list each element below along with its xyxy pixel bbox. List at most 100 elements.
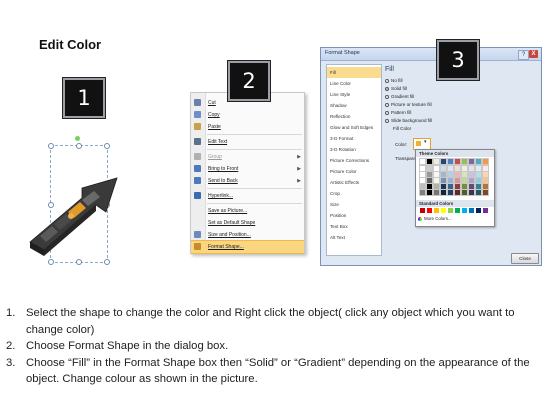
theme-color-swatch[interactable] [468, 189, 475, 196]
theme-color-swatch[interactable] [433, 189, 440, 196]
nav-shadow[interactable]: Shadow [327, 100, 381, 111]
theme-color-swatch[interactable] [475, 177, 482, 184]
theme-color-swatch[interactable] [461, 183, 468, 190]
resize-handle[interactable] [104, 143, 110, 149]
menu-item-send-to-back[interactable]: Send to Back ▶ [191, 175, 304, 187]
nav-fill[interactable]: Fill [327, 67, 381, 78]
theme-color-swatch[interactable] [447, 158, 454, 165]
radio-solid-fill[interactable]: Solid fill [385, 86, 407, 91]
radio-pattern-fill[interactable]: Pattern fill [385, 110, 411, 115]
nav-size[interactable]: Size [327, 199, 381, 210]
theme-color-swatch[interactable] [482, 165, 489, 172]
radio-no-fill[interactable]: No fill [385, 78, 403, 83]
menu-item-bring-to-front[interactable]: Bring to Front ▶ [191, 163, 304, 175]
theme-color-swatch[interactable] [482, 177, 489, 184]
theme-color-swatch[interactable] [461, 189, 468, 196]
theme-color-swatch[interactable] [447, 183, 454, 190]
theme-color-swatch[interactable] [475, 183, 482, 190]
nav-artistic-effects[interactable]: Artistic Effects [327, 177, 381, 188]
rotate-handle[interactable] [75, 136, 80, 141]
radio-slide-background-fill[interactable]: Slide background fill [385, 118, 432, 123]
theme-color-swatch[interactable] [468, 171, 475, 178]
help-button[interactable]: ? [518, 50, 529, 60]
nav-3d-rotation[interactable]: 3-D Rotation [327, 144, 381, 155]
theme-color-swatch[interactable] [433, 177, 440, 184]
nav-position[interactable]: Position [327, 210, 381, 221]
theme-color-swatch[interactable] [454, 177, 461, 184]
theme-color-swatch[interactable] [454, 189, 461, 196]
theme-color-swatch[interactable] [461, 177, 468, 184]
menu-item-paste[interactable]: Paste [191, 121, 304, 133]
standard-color-swatch[interactable] [427, 208, 432, 213]
standard-color-swatch[interactable] [434, 208, 439, 213]
nav-text-box[interactable]: Text Box [327, 221, 381, 232]
menu-item-set-default-shape[interactable]: Set as Default Shape [191, 217, 304, 229]
close-button[interactable]: Close [511, 253, 539, 264]
theme-color-swatch[interactable] [454, 158, 461, 165]
theme-color-swatch[interactable] [468, 183, 475, 190]
theme-color-swatch[interactable] [419, 165, 426, 172]
radio-picture-texture-fill[interactable]: Picture or texture fill [385, 102, 432, 107]
theme-color-swatch[interactable] [426, 183, 433, 190]
theme-color-swatch[interactable] [447, 189, 454, 196]
radio-gradient-fill[interactable]: Gradient fill [385, 94, 414, 99]
standard-color-swatch[interactable] [441, 208, 446, 213]
theme-color-swatch[interactable] [447, 165, 454, 172]
theme-color-swatch[interactable] [426, 158, 433, 165]
theme-color-swatch[interactable] [419, 171, 426, 178]
theme-color-swatch[interactable] [426, 171, 433, 178]
theme-color-swatch[interactable] [468, 177, 475, 184]
theme-color-swatch[interactable] [419, 189, 426, 196]
theme-color-swatch[interactable] [461, 158, 468, 165]
theme-color-swatch[interactable] [475, 189, 482, 196]
theme-color-swatch[interactable] [433, 158, 440, 165]
nav-line-color[interactable]: Line Color [327, 78, 381, 89]
puzzle-arrow-shape[interactable] [22, 150, 132, 260]
standard-color-swatch[interactable] [476, 208, 481, 213]
theme-color-swatch[interactable] [440, 158, 447, 165]
theme-color-swatch[interactable] [482, 189, 489, 196]
theme-color-swatch[interactable] [461, 165, 468, 172]
theme-color-swatch[interactable] [475, 165, 482, 172]
nav-crop[interactable]: Crop [327, 188, 381, 199]
standard-color-swatch[interactable] [455, 208, 460, 213]
theme-color-swatch[interactable] [482, 171, 489, 178]
theme-color-swatch[interactable] [482, 183, 489, 190]
nav-picture-color[interactable]: Picture Color [327, 166, 381, 177]
theme-color-swatch[interactable] [426, 177, 433, 184]
theme-color-swatch[interactable] [454, 171, 461, 178]
nav-3d-format[interactable]: 3-D Format [327, 133, 381, 144]
theme-color-swatch[interactable] [468, 165, 475, 172]
theme-color-swatch[interactable] [447, 177, 454, 184]
standard-color-swatch[interactable] [483, 208, 488, 213]
standard-color-swatch[interactable] [420, 208, 425, 213]
theme-color-swatch[interactable] [475, 158, 482, 165]
nav-line-style[interactable]: Line Style [327, 89, 381, 100]
theme-color-swatch[interactable] [419, 158, 426, 165]
theme-color-swatch[interactable] [426, 165, 433, 172]
theme-color-swatch[interactable] [468, 158, 475, 165]
menu-item-hyperlink[interactable]: Hyperlink... [191, 190, 304, 202]
theme-color-swatch[interactable] [426, 189, 433, 196]
standard-color-swatch[interactable] [462, 208, 467, 213]
standard-color-swatch[interactable] [448, 208, 453, 213]
standard-color-swatch[interactable] [469, 208, 474, 213]
theme-color-swatch[interactable] [454, 183, 461, 190]
menu-item-save-as-picture[interactable]: Save as Picture... [191, 205, 304, 217]
theme-color-swatch[interactable] [433, 171, 440, 178]
theme-color-swatch[interactable] [440, 171, 447, 178]
theme-color-swatch[interactable] [433, 183, 440, 190]
theme-color-swatch[interactable] [419, 183, 426, 190]
resize-handle[interactable] [76, 143, 82, 149]
nav-picture-corrections[interactable]: Picture Corrections [327, 155, 381, 166]
theme-color-swatch[interactable] [447, 171, 454, 178]
theme-color-swatch[interactable] [440, 177, 447, 184]
nav-alt-text[interactable]: Alt Text [327, 232, 381, 243]
theme-color-swatch[interactable] [419, 177, 426, 184]
resize-handle[interactable] [48, 143, 54, 149]
theme-color-swatch[interactable] [475, 171, 482, 178]
theme-color-swatch[interactable] [440, 183, 447, 190]
menu-item-copy[interactable]: Copy [191, 109, 304, 121]
menu-item-edit-text[interactable]: Edit Text [191, 136, 304, 148]
theme-color-swatch[interactable] [461, 171, 468, 178]
